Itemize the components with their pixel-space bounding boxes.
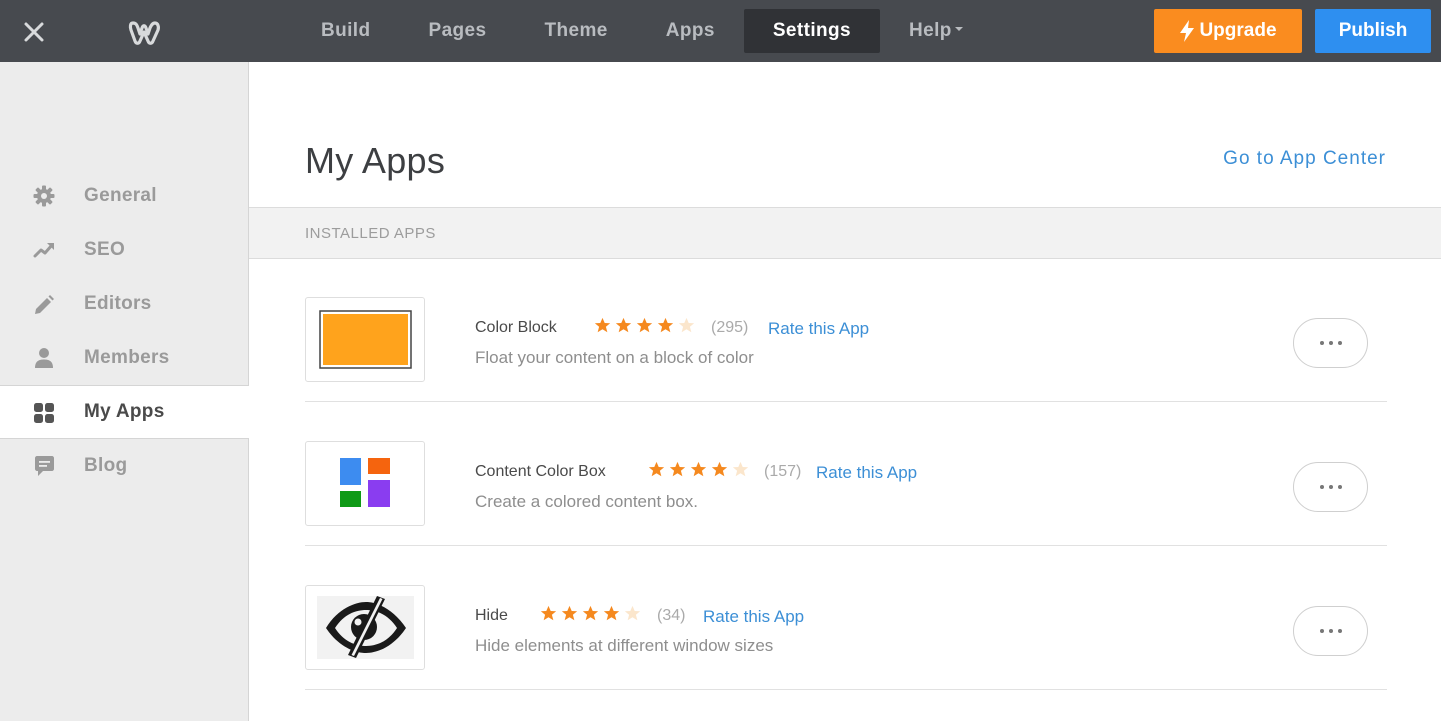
- main-nav: Build Pages Theme Apps Settings Help: [292, 9, 992, 53]
- ellipsis-icon: [1317, 629, 1344, 633]
- more-options-button[interactable]: [1293, 606, 1368, 656]
- page-title: My Apps: [305, 140, 446, 181]
- color-block-icon: [319, 310, 412, 369]
- nav-help[interactable]: Help: [880, 9, 992, 53]
- app-description: Create a colored content box.: [475, 492, 699, 511]
- app-row-content-color-box: Content Color Box (157) Rate this App Cr…: [305, 403, 1387, 546]
- rate-app-link[interactable]: Rate this App: [703, 607, 804, 627]
- pencil-icon: [35, 295, 54, 314]
- weebly-logo[interactable]: [128, 17, 164, 49]
- close-button[interactable]: [20, 18, 48, 46]
- sidebar-item-blog[interactable]: Blog: [0, 439, 249, 493]
- star-filled-icon: [594, 317, 611, 333]
- app-row-color-block: Color Block (295) Rate this App Float yo…: [305, 259, 1387, 402]
- sidebar-item-my-apps[interactable]: My Apps: [0, 385, 250, 439]
- rating-stars: [648, 461, 753, 478]
- sidebar-item-general[interactable]: General: [0, 169, 249, 223]
- nav-theme[interactable]: Theme: [515, 9, 636, 53]
- star-filled-icon: [540, 605, 557, 621]
- star-empty-icon: [732, 461, 749, 477]
- settings-sidebar: General SEO Editors Members My Apps Blog: [0, 62, 250, 721]
- app-name: Hide: [475, 607, 508, 624]
- ellipsis-icon: [1317, 485, 1344, 489]
- star-filled-icon: [561, 605, 578, 621]
- more-options-button[interactable]: [1293, 318, 1368, 368]
- person-icon: [35, 348, 53, 368]
- sidebar-item-label: Editors: [84, 293, 152, 314]
- upgrade-label: Upgrade: [1199, 20, 1277, 41]
- section-label: INSTALLED APPS: [305, 225, 436, 242]
- sidebar-item-seo[interactable]: SEO: [0, 223, 249, 277]
- app-description: Float your content on a block of color: [475, 348, 754, 367]
- apps-grid-icon: [34, 403, 54, 423]
- nav-pages[interactable]: Pages: [400, 9, 516, 53]
- rating-count: (157): [764, 463, 802, 480]
- nav-apps[interactable]: Apps: [637, 9, 744, 53]
- sidebar-item-editors[interactable]: Editors: [0, 277, 249, 331]
- app-name: Color Block: [475, 319, 557, 336]
- nav-build-label: Build: [321, 20, 371, 41]
- lightning-icon: [1180, 20, 1195, 42]
- nav-pages-label: Pages: [428, 20, 487, 41]
- star-filled-icon: [690, 461, 707, 477]
- nav-help-label: Help: [909, 20, 952, 41]
- sidebar-item-label: My Apps: [84, 401, 165, 422]
- star-filled-icon: [636, 317, 653, 333]
- nav-settings[interactable]: Settings: [743, 9, 880, 53]
- rating-count: (34): [657, 607, 686, 624]
- star-filled-icon: [648, 461, 665, 477]
- nav-theme-label: Theme: [544, 20, 608, 41]
- star-filled-icon: [615, 317, 632, 333]
- close-icon: [24, 22, 44, 42]
- app-name: Content Color Box: [475, 463, 606, 480]
- sidebar-item-members[interactable]: Members: [0, 331, 249, 385]
- sidebar-item-label: Members: [84, 347, 170, 368]
- ellipsis-icon: [1317, 341, 1344, 345]
- app-thumbnail[interactable]: [305, 585, 425, 670]
- rate-app-link[interactable]: Rate this App: [768, 319, 869, 339]
- nav-apps-label: Apps: [665, 20, 715, 41]
- star-empty-icon: [678, 317, 695, 333]
- upgrade-button[interactable]: Upgrade: [1154, 9, 1302, 53]
- star-filled-icon: [669, 461, 686, 477]
- star-filled-icon: [711, 461, 728, 477]
- weebly-logo-icon: [128, 21, 160, 45]
- nav-build[interactable]: Build: [292, 9, 400, 53]
- app-row-hide: Hide (34) Rate this App Hide elements at…: [305, 547, 1387, 690]
- go-to-app-center-link[interactable]: Go to App Center: [1223, 148, 1386, 170]
- rating-stars: [594, 317, 699, 334]
- gear-icon: [33, 185, 55, 207]
- color-box-icon: [340, 458, 390, 507]
- star-filled-icon: [582, 605, 599, 621]
- rate-app-link[interactable]: Rate this App: [816, 463, 917, 483]
- top-bar: Build Pages Theme Apps Settings Help Upg…: [0, 0, 1441, 62]
- sidebar-item-label: General: [84, 185, 157, 206]
- app-thumbnail[interactable]: [305, 441, 425, 526]
- app-description: Hide elements at different window sizes: [475, 636, 774, 655]
- star-filled-icon: [603, 605, 620, 621]
- sidebar-item-label: Blog: [84, 455, 128, 476]
- rating-count: (295): [711, 319, 749, 336]
- chevron-down-icon: [954, 27, 963, 32]
- star-empty-icon: [624, 605, 641, 621]
- sidebar-item-label: SEO: [84, 239, 126, 260]
- nav-settings-label: Settings: [772, 20, 851, 41]
- star-filled-icon: [657, 317, 674, 333]
- installed-apps-header: INSTALLED APPS: [249, 207, 1441, 259]
- more-options-button[interactable]: [1293, 462, 1368, 512]
- trend-icon: [33, 243, 54, 258]
- app-thumbnail[interactable]: [305, 297, 425, 382]
- comment-icon: [35, 456, 54, 476]
- main-content: My Apps Go to App Center INSTALLED APPS …: [249, 62, 1441, 721]
- rating-stars: [540, 605, 645, 622]
- publish-button[interactable]: Publish: [1315, 9, 1431, 53]
- eye-slash-icon: [317, 596, 414, 659]
- publish-label: Publish: [1338, 20, 1408, 41]
